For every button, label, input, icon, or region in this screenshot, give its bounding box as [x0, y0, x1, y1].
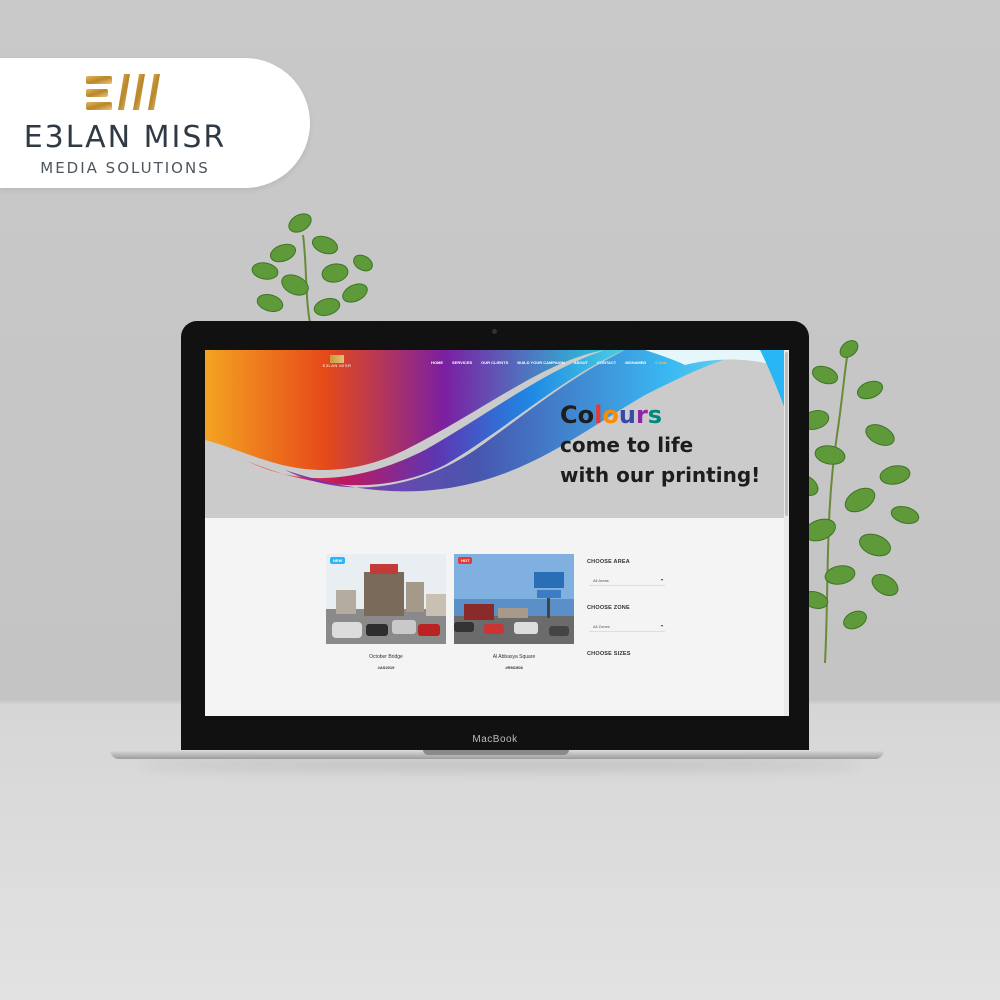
filter-area-label: CHOOSE AREA	[587, 559, 630, 565]
site-logo[interactable]: E3LAN MISR	[320, 355, 354, 373]
camera-icon	[492, 329, 497, 334]
dropdown-arrow-icon: ▾	[660, 623, 663, 628]
nav-services[interactable]: SERVICES	[452, 360, 472, 365]
nav-contact[interactable]: CONTACT	[597, 360, 616, 365]
hero-letter: r	[635, 401, 648, 429]
page-scrollbar[interactable]	[784, 350, 789, 716]
filter-sizes-label: CHOOSE SIZES	[587, 651, 631, 657]
billboard-photo[interactable]: NEW	[326, 554, 446, 644]
hero-letter: s	[647, 401, 663, 429]
hero-letter: l	[594, 401, 603, 429]
card-title[interactable]: Al Abbasya Square	[454, 654, 574, 660]
brand-logo-icon	[86, 74, 160, 110]
nav-about[interactable]: ABOUT	[574, 360, 588, 365]
nav-user[interactable]: MOHAMED	[625, 360, 646, 365]
brand-name: E3LAN MISR	[23, 120, 227, 155]
nav-our-clients[interactable]: OUR CLIENTS	[481, 360, 508, 365]
macbook-label: MacBook	[472, 734, 518, 745]
hero-line-2: come to life	[560, 433, 694, 457]
laptop-shadow	[140, 760, 860, 770]
laptop-lid: E3LAN MISR HOME SERVICES OUR CLIENTS BUI…	[181, 321, 809, 753]
nav-cart[interactable]: 0 Cart	[655, 360, 666, 365]
site-logo-icon	[330, 355, 344, 363]
hero-letter: o	[602, 401, 619, 429]
zone-select[interactable]: All Zones ▾	[589, 621, 665, 632]
status-badge: NEW	[330, 557, 346, 564]
site-nav: E3LAN MISR HOME SERVICES OUR CLIENTS BUI…	[205, 350, 789, 374]
hero-letter: u	[618, 401, 636, 429]
dropdown-arrow-icon: ▾	[660, 577, 663, 582]
site-logo-text: E3LAN MISR	[322, 363, 352, 368]
brand-badge: E3LAN MISR MEDIA SOLUTIONS	[0, 58, 310, 188]
laptop-screen: E3LAN MISR HOME SERVICES OUR CLIENTS BUI…	[205, 350, 789, 716]
status-badge: HOT	[458, 557, 473, 564]
nav-build-campaign[interactable]: BUILD YOUR CAMPAIGN	[517, 360, 564, 365]
hero-line-3: with our printing!	[560, 463, 761, 487]
hero-letter: o	[577, 401, 595, 429]
hero-banner: E3LAN MISR HOME SERVICES OUR CLIENTS BUI…	[205, 350, 789, 518]
card-title[interactable]: October Bridge	[326, 654, 446, 660]
billboard-card[interactable]: NEW October Bridge #AS2019	[326, 554, 446, 670]
billboard-photo[interactable]: HOT	[454, 554, 574, 644]
hero-headline: Colours come to life with our printing!	[560, 400, 760, 490]
plant-left-icon	[251, 213, 373, 324]
scrollbar-thumb[interactable]	[785, 352, 788, 516]
billboard-card[interactable]: HOT Al Abbasya Square #RM1508	[454, 554, 574, 670]
zone-select-value: All Zones	[593, 624, 610, 629]
card-code: #AS2019	[377, 665, 395, 670]
filter-zone-label: CHOOSE ZONE	[587, 605, 630, 611]
area-select-value: All Areas	[593, 578, 609, 583]
laptop-notch	[423, 750, 569, 755]
card-code: #RM1508	[505, 665, 523, 670]
hero-line-1: Colours	[560, 400, 760, 430]
nav-home[interactable]: HOME	[431, 360, 443, 365]
nav-menu: HOME SERVICES OUR CLIENTS BUILD YOUR CAM…	[431, 360, 667, 365]
brand-tagline: MEDIA SOLUTIONS	[40, 159, 210, 177]
area-select[interactable]: All Areas ▾	[589, 575, 665, 586]
hero-letter: C	[560, 401, 578, 429]
